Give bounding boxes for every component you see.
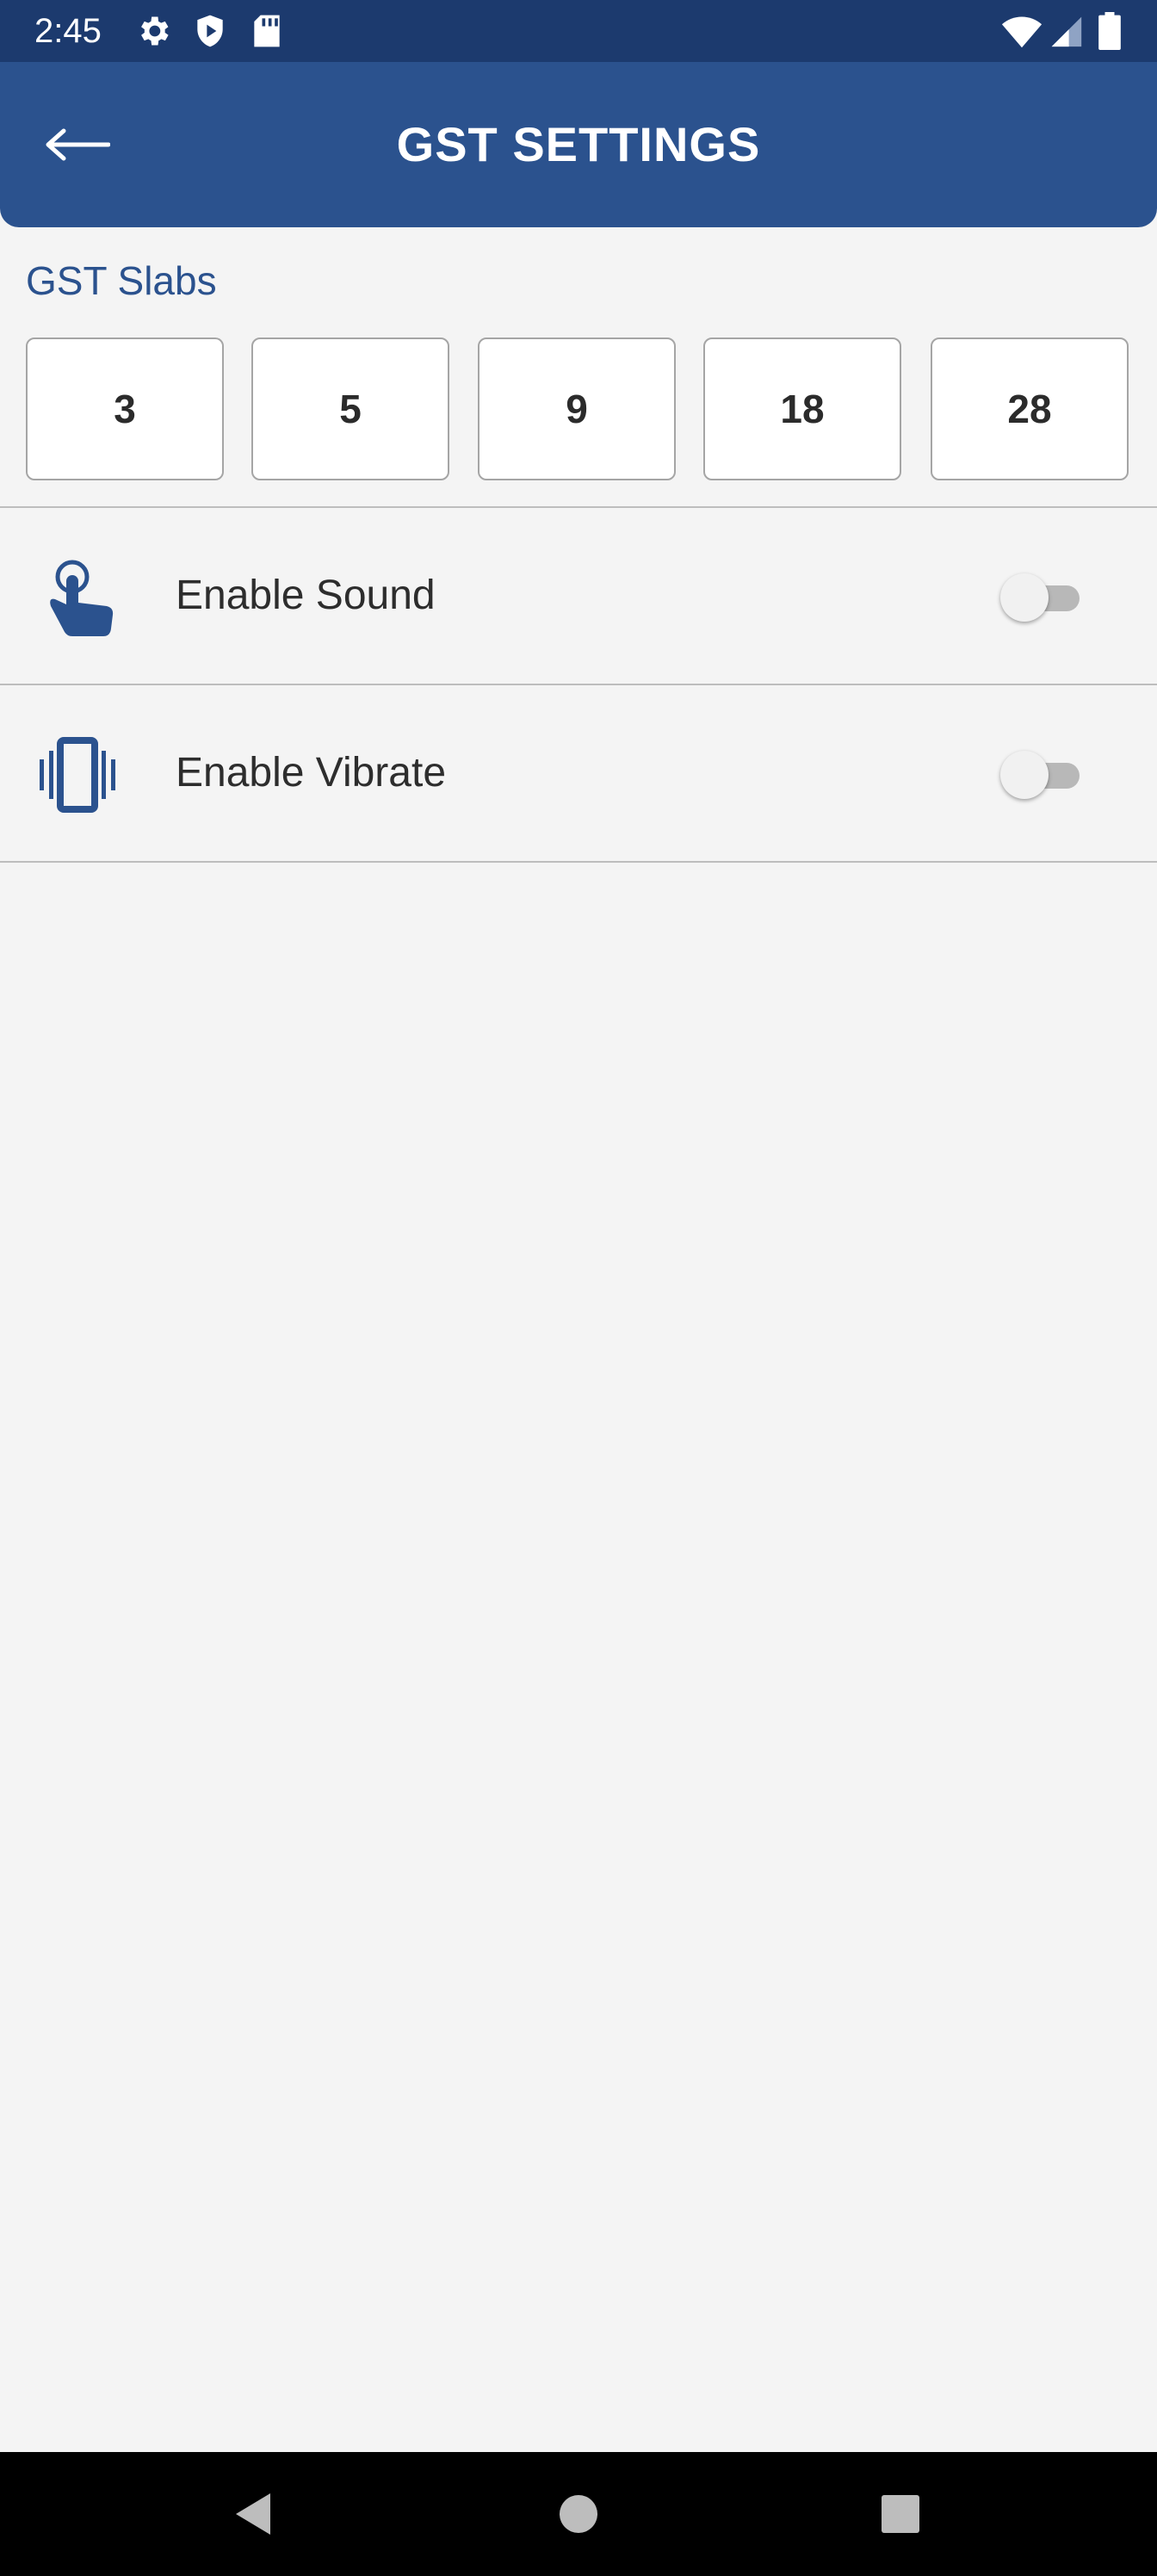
vibrate-icon	[40, 737, 115, 813]
system-nav-bar	[0, 2452, 1157, 2576]
toggle-thumb	[1000, 751, 1049, 799]
gst-slabs-label: GST Slabs	[26, 258, 217, 303]
setting-label: Enable Vibrate	[176, 750, 447, 796]
sd-card-icon	[254, 15, 280, 47]
gear-icon	[141, 16, 169, 46]
recents-square-icon[interactable]	[875, 2488, 926, 2540]
toggle-thumb	[1000, 573, 1049, 622]
gst-slab-button[interactable]: 3	[26, 337, 224, 480]
battery-icon	[1098, 12, 1121, 50]
gst-slab-list: 3 5 9 18 28	[0, 337, 1157, 482]
page-title: GST SETTINGS	[396, 117, 761, 171]
wifi-icon	[1001, 16, 1043, 48]
touch-hand-icon	[50, 560, 114, 636]
app-bar: GST SETTINGS	[0, 62, 1157, 227]
cell-signal-icon	[1051, 16, 1082, 47]
divider	[0, 861, 1157, 863]
gst-slab-button[interactable]: 5	[251, 337, 449, 480]
gst-slab-button[interactable]: 18	[703, 337, 901, 480]
home-circle-icon[interactable]	[553, 2488, 604, 2540]
status-time: 2:45	[34, 12, 102, 50]
setting-row-sound[interactable]: Enable Sound	[0, 508, 1157, 684]
setting-row-vibrate[interactable]: Enable Vibrate	[0, 685, 1157, 861]
setting-label: Enable Sound	[176, 573, 436, 618]
gst-slab-button[interactable]: 28	[931, 337, 1129, 480]
shield-play-icon	[197, 15, 223, 47]
sound-toggle[interactable]	[1000, 567, 1090, 629]
back-triangle-icon[interactable]	[227, 2488, 279, 2540]
vibrate-toggle[interactable]	[1000, 744, 1090, 806]
gst-slab-button[interactable]: 9	[478, 337, 676, 480]
status-bar: 2:45	[0, 0, 1157, 62]
